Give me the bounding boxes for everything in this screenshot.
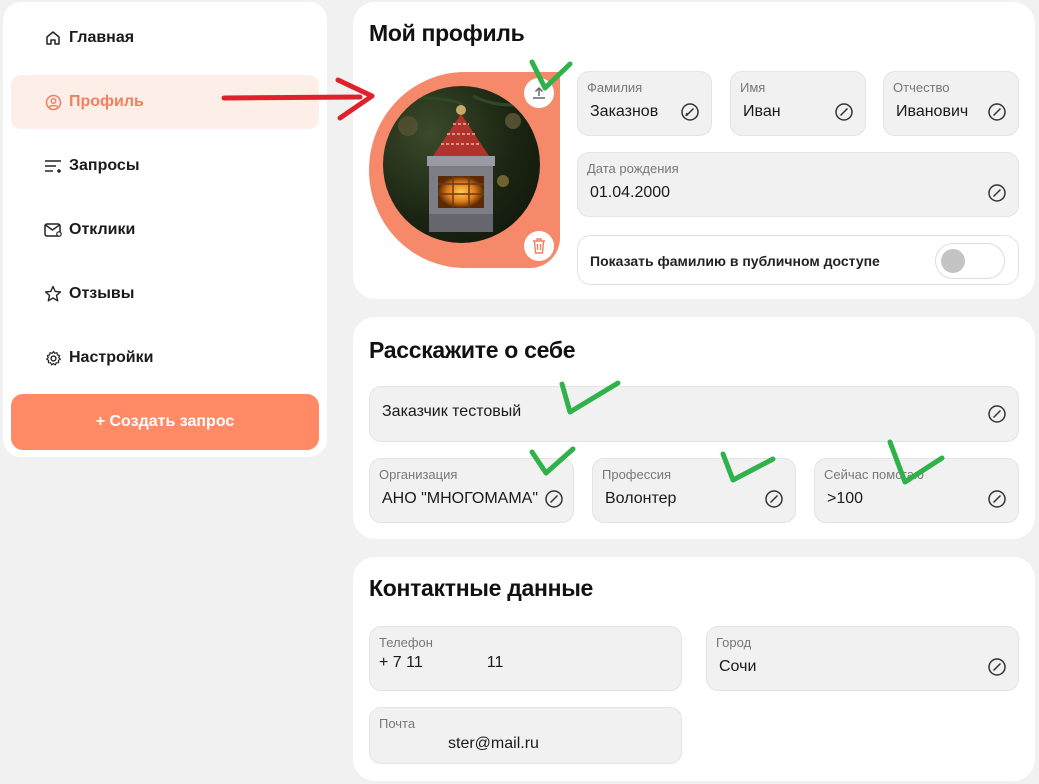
responses-icon xyxy=(44,221,62,239)
sidebar-item-label: Главная xyxy=(69,29,135,46)
create-request-button[interactable]: + Создать запрос xyxy=(11,394,319,450)
profile-card: Мой профиль Фамилия Заказнов Имя Иван От… xyxy=(353,2,1035,299)
trash-icon xyxy=(533,238,545,254)
city-field[interactable]: Город Сочи xyxy=(706,626,1019,691)
sidebar-item-settings[interactable]: Настройки xyxy=(11,331,319,385)
field-value: 01.04.2000 xyxy=(590,184,671,201)
star-icon xyxy=(44,285,62,303)
description-field[interactable]: Заказчик тестовый xyxy=(369,386,1019,442)
sidebar-item-requests[interactable]: Запросы xyxy=(11,139,319,193)
field-label: Отчество xyxy=(893,80,950,95)
field-label: Организация xyxy=(379,467,458,482)
field-label: Почта xyxy=(379,716,416,731)
profile-icon xyxy=(44,93,62,111)
field-value: Заказчик тестовый xyxy=(382,403,522,420)
edit-icon[interactable] xyxy=(834,102,854,122)
requests-icon xyxy=(44,157,62,175)
avatar-image xyxy=(383,86,540,243)
page-title: Мой профиль xyxy=(369,20,525,46)
sidebar: Главная Профиль Запросы Отклики Отзывы Н… xyxy=(3,2,327,457)
edit-icon[interactable] xyxy=(987,657,1007,677)
edit-icon[interactable] xyxy=(544,489,564,509)
organization-field[interactable]: Организация АНО "МНОГОМАМА" xyxy=(369,458,574,523)
contacts-card: Контактные данные Телефон + 7 11 11 Горо… xyxy=(353,557,1035,781)
birthdate-field[interactable]: Дата рождения 01.04.2000 xyxy=(577,152,1019,217)
field-label: Имя xyxy=(740,80,766,95)
sidebar-item-label: Отклики xyxy=(69,221,136,238)
sidebar-item-profile[interactable]: Профиль xyxy=(11,75,319,129)
edit-icon[interactable] xyxy=(987,489,1007,509)
sidebar-item-label: Отзывы xyxy=(69,285,135,302)
field-label: Профессия xyxy=(602,467,672,482)
edit-icon[interactable] xyxy=(764,489,784,509)
toggle-knob xyxy=(941,249,965,273)
about-card: Расскажите о себе Заказчик тестовый Орга… xyxy=(353,317,1035,539)
field-label: Дата рождения xyxy=(587,161,679,176)
edit-icon[interactable] xyxy=(680,102,700,122)
field-label: Сейчас помогаю xyxy=(824,467,924,482)
profession-field[interactable]: Профессия Волонтер xyxy=(592,458,796,523)
field-label: Фамилия xyxy=(587,80,643,95)
sidebar-item-responses[interactable]: Отклики xyxy=(11,203,319,257)
edit-icon[interactable] xyxy=(987,404,1007,424)
patronymic-field[interactable]: Отчество Иванович xyxy=(883,71,1019,136)
field-value: >100 xyxy=(827,490,864,507)
field-label: Телефон xyxy=(379,635,433,650)
sidebar-item-label: Запросы xyxy=(69,157,140,174)
field-value: Заказнов xyxy=(590,103,659,120)
gear-icon xyxy=(44,349,62,367)
show-surname-toggle[interactable] xyxy=(935,243,1005,279)
toggle-label: Показать фамилию в публичном доступе xyxy=(590,253,880,269)
sidebar-item-label: Профиль xyxy=(69,93,144,110)
avatar xyxy=(369,72,560,268)
sidebar-item-home[interactable]: Главная xyxy=(11,11,319,65)
edit-icon[interactable] xyxy=(987,183,1007,203)
helped-count-field[interactable]: Сейчас помогаю >100 xyxy=(814,458,1019,523)
sidebar-item-reviews[interactable]: Отзывы xyxy=(11,267,319,321)
about-title: Расскажите о себе xyxy=(369,337,576,363)
edit-icon[interactable] xyxy=(987,102,1007,122)
upload-icon xyxy=(533,86,545,99)
field-value: + 7 11 11 xyxy=(379,654,504,671)
sidebar-item-label: Настройки xyxy=(69,349,154,366)
show-surname-row: Показать фамилию в публичном доступе xyxy=(577,235,1019,285)
field-value: Волонтер xyxy=(605,490,677,507)
contacts-title: Контактные данные xyxy=(369,575,594,601)
field-value: Сочи xyxy=(719,658,757,675)
upload-photo-button[interactable] xyxy=(524,78,554,108)
field-value: Иванович xyxy=(896,103,969,120)
field-value: АНО "МНОГОМАМА" xyxy=(382,490,539,507)
field-value: ster@mail.ru xyxy=(448,735,539,752)
field-label: Город xyxy=(716,635,752,650)
field-value: Иван xyxy=(743,103,781,120)
email-field[interactable]: Почта ster@mail.ru xyxy=(369,707,682,764)
phone-field[interactable]: Телефон + 7 11 11 xyxy=(369,626,682,691)
delete-photo-button[interactable] xyxy=(524,231,554,261)
name-field[interactable]: Имя Иван xyxy=(730,71,866,136)
home-icon xyxy=(44,29,62,47)
surname-field[interactable]: Фамилия Заказнов xyxy=(577,71,712,136)
